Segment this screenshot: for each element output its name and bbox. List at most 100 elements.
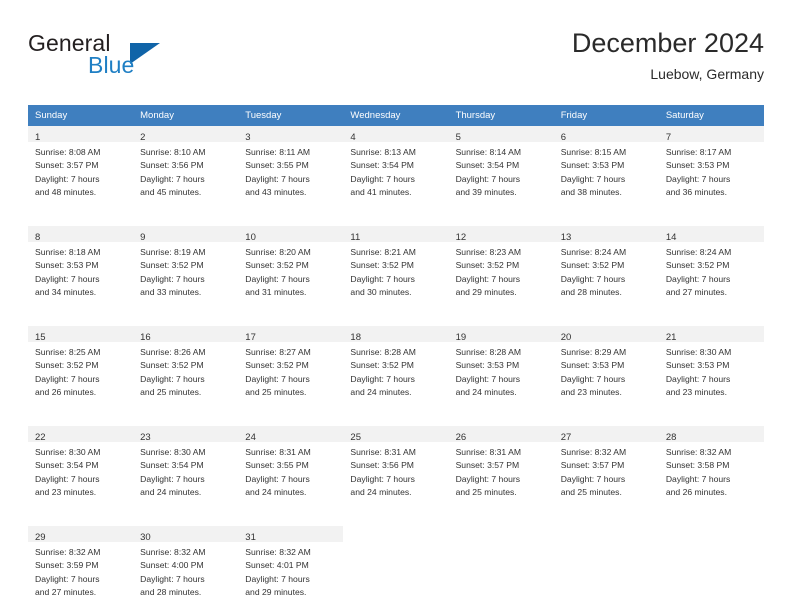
calendar-day-cell[interactable]: 15 Sunrise: 8:25 AM Sunset: 3:52 PM Dayligh…	[28, 326, 134, 416]
day-number: 14	[665, 232, 677, 243]
sunset-text: Sunset: 3:57 PM	[455, 460, 520, 471]
calendar-day-cell[interactable]: 20 Sunrise: 8:29 AM Sunset: 3:53 PM Dayligh…	[553, 326, 659, 416]
day-number: 6	[560, 132, 566, 143]
calendar-day-cell[interactable]: 29 Sunrise: 8:32 AM Sunset: 3:59 PM Dayligh…	[28, 526, 134, 612]
sunset-text: Sunset: 3:52 PM	[140, 360, 204, 371]
calendar-day-cell[interactable]: 12 Sunrise: 8:23 AM Sunset: 3:52 PM Dayligh…	[448, 226, 554, 316]
calendar-day-cell[interactable]: 19 Sunrise: 8:28 AM Sunset: 3:53 PM Dayligh…	[448, 326, 554, 416]
calendar-day-cell[interactable]: 24 Sunrise: 8:31 AM Sunset: 3:55 PM Dayligh…	[238, 426, 344, 516]
calendar-day-cell[interactable]: 8 Sunrise: 8:18 AM Sunset: 3:53 PM Daylight…	[28, 226, 134, 316]
day-cell-inner: 17 Sunrise: 8:27 AM Sunset: 3:52 PM Dayligh…	[238, 326, 344, 416]
weekday-header-thursday: Thursday	[448, 105, 554, 126]
daylight-text-line1: Daylight: 7 hours	[455, 273, 521, 284]
day-number: 4	[350, 132, 356, 143]
day-number-band: 30	[133, 526, 239, 543]
day-number: 30	[140, 532, 151, 543]
calendar-body: 1 Sunrise: 8:08 AM Sunset: 3:57 PM Daylight…	[28, 126, 764, 612]
calendar-day-cell[interactable]: 5 Sunrise: 8:14 AM Sunset: 3:54 PM Daylight…	[448, 126, 554, 216]
sunrise-text: Sunrise: 8:24 AM	[560, 247, 627, 257]
sunrise-text: Sunrise: 8:27 AM	[245, 347, 311, 357]
day-cell-inner: 23 Sunrise: 8:30 AM Sunset: 3:54 PM Dayligh…	[133, 426, 239, 516]
calendar-row-spacer	[28, 416, 764, 426]
calendar-day-cell[interactable]: 26 Sunrise: 8:31 AM Sunset: 3:57 PM Dayligh…	[448, 426, 554, 516]
calendar-day-cell[interactable]: 22 Sunrise: 8:30 AM Sunset: 3:54 PM Dayligh…	[28, 426, 134, 516]
sunset-text: Sunset: 3:52 PM	[455, 260, 520, 271]
spacer-cell	[28, 416, 764, 426]
day-number: 2	[140, 132, 146, 143]
day-cell-inner: 12 Sunrise: 8:23 AM Sunset: 3:52 PM Dayligh…	[448, 226, 554, 316]
day-number-band: 10	[238, 226, 344, 243]
calendar-day-cell[interactable]: 13 Sunrise: 8:24 AM Sunset: 3:52 PM Dayligh…	[553, 226, 659, 316]
general-blue-logo[interactable]: General Blue	[28, 30, 228, 86]
day-number: 9	[140, 232, 146, 243]
calendar-day-cell[interactable]: 31 Sunrise: 8:32 AM Sunset: 4:01 PM Dayligh…	[238, 526, 344, 612]
calendar-day-cell[interactable]: 18 Sunrise: 8:28 AM Sunset: 3:52 PM Dayligh…	[343, 326, 449, 416]
calendar-day-cell[interactable]: 10 Sunrise: 8:20 AM Sunset: 3:52 PM Dayligh…	[238, 226, 344, 316]
sunset-text: Sunset: 3:56 PM	[350, 460, 414, 471]
sunrise-text: Sunrise: 8:32 AM	[245, 547, 311, 557]
daylight-text-line1: Daylight: 7 hours	[665, 473, 731, 484]
calendar-day-cell[interactable]: 21 Sunrise: 8:30 AM Sunset: 3:53 PM Dayligh…	[658, 326, 764, 416]
calendar-week-row: 29 Sunrise: 8:32 AM Sunset: 3:59 PM Dayligh…	[28, 526, 764, 612]
daylight-text-line2: and 41 minutes.	[350, 186, 412, 197]
day-details: Sunrise: 8:10 AM Sunset: 3:56 PM Daylight:…	[133, 142, 238, 199]
calendar-day-cell[interactable]: 17 Sunrise: 8:27 AM Sunset: 3:52 PM Dayligh…	[238, 326, 344, 416]
calendar-day-cell[interactable]: 4 Sunrise: 8:13 AM Sunset: 3:54 PM Daylight…	[343, 126, 449, 216]
calendar-day-cell[interactable]: 14 Sunrise: 8:24 AM Sunset: 3:52 PM Dayligh…	[658, 226, 764, 316]
day-cell-inner: 11 Sunrise: 8:21 AM Sunset: 3:52 PM Dayligh…	[343, 226, 449, 316]
day-number-band: 6	[553, 126, 659, 143]
calendar-page: General Blue December 2024 Luebow, Germa…	[0, 0, 792, 612]
daylight-text-line1: Daylight: 7 hours	[665, 273, 731, 284]
day-cell-inner: 3 Sunrise: 8:11 AM Sunset: 3:55 PM Daylight…	[238, 126, 344, 216]
daylight-text-line2: and 25 minutes.	[140, 386, 202, 397]
sunset-text: Sunset: 3:54 PM	[350, 160, 414, 171]
calendar-week-row: 1 Sunrise: 8:08 AM Sunset: 3:57 PM Daylight…	[28, 126, 764, 216]
calendar-day-cell[interactable]: 23 Sunrise: 8:30 AM Sunset: 3:54 PM Dayligh…	[133, 426, 239, 516]
sunrise-text: Sunrise: 8:26 AM	[140, 347, 206, 357]
calendar-day-cell[interactable]: 28 Sunrise: 8:32 AM Sunset: 3:58 PM Dayligh…	[658, 426, 764, 516]
daylight-text-line1: Daylight: 7 hours	[35, 573, 100, 584]
day-cell-inner-empty	[343, 526, 448, 612]
day-number: 5	[455, 132, 461, 143]
day-number: 3	[245, 132, 251, 143]
calendar-day-cell[interactable]: 9 Sunrise: 8:19 AM Sunset: 3:52 PM Daylight…	[133, 226, 239, 316]
day-number-band: 15	[28, 326, 134, 343]
calendar-day-cell[interactable]: 1 Sunrise: 8:08 AM Sunset: 3:57 PM Daylight…	[28, 126, 134, 216]
day-number: 15	[35, 332, 46, 343]
day-number: 19	[455, 332, 467, 343]
calendar-day-cell[interactable]: 3 Sunrise: 8:11 AM Sunset: 3:55 PM Daylight…	[238, 126, 344, 216]
calendar-day-cell[interactable]: 7 Sunrise: 8:17 AM Sunset: 3:53 PM Daylight…	[658, 126, 764, 216]
day-number: 1	[35, 132, 41, 143]
day-details: Sunrise: 8:20 AM Sunset: 3:52 PM Daylight:…	[238, 242, 343, 299]
sunrise-text: Sunrise: 8:23 AM	[455, 247, 522, 257]
calendar-day-cell[interactable]: 11 Sunrise: 8:21 AM Sunset: 3:52 PM Dayligh…	[343, 226, 449, 316]
daylight-text-line2: and 26 minutes.	[35, 386, 97, 397]
page-header: General Blue December 2024 Luebow, Germa…	[28, 26, 764, 98]
day-cell-inner-empty	[554, 526, 659, 612]
calendar-day-cell[interactable]: 6 Sunrise: 8:15 AM Sunset: 3:53 PM Daylight…	[553, 126, 659, 216]
sunset-text: Sunset: 3:54 PM	[35, 460, 99, 471]
daylight-text-line1: Daylight: 7 hours	[35, 273, 100, 284]
calendar-day-cell[interactable]: 2 Sunrise: 8:10 AM Sunset: 3:56 PM Daylight…	[133, 126, 239, 216]
calendar-day-cell[interactable]: 30 Sunrise: 8:32 AM Sunset: 4:00 PM Dayligh…	[133, 526, 239, 612]
calendar-day-cell[interactable]: 27 Sunrise: 8:32 AM Sunset: 3:57 PM Dayligh…	[553, 426, 659, 516]
weekday-header-tuesday: Tuesday	[238, 105, 344, 126]
daylight-text-line2: and 25 minutes.	[560, 486, 622, 497]
sunrise-text: Sunrise: 8:14 AM	[455, 147, 522, 157]
calendar-day-cell[interactable]: 25 Sunrise: 8:31 AM Sunset: 3:56 PM Dayligh…	[343, 426, 449, 516]
day-cell-inner: 24 Sunrise: 8:31 AM Sunset: 3:55 PM Dayligh…	[238, 426, 344, 516]
sunset-text: Sunset: 3:55 PM	[245, 160, 309, 171]
day-number: 12	[455, 232, 467, 243]
calendar-week-row: 15 Sunrise: 8:25 AM Sunset: 3:52 PM Dayligh…	[28, 326, 764, 416]
calendar-row-spacer	[28, 316, 764, 326]
day-number-band: 8	[28, 226, 134, 243]
day-number-band: 27	[553, 426, 659, 443]
day-cell-inner: 9 Sunrise: 8:19 AM Sunset: 3:52 PM Daylight…	[133, 226, 239, 316]
day-cell-inner: 1 Sunrise: 8:08 AM Sunset: 3:57 PM Daylight…	[28, 126, 134, 216]
daylight-text-line1: Daylight: 7 hours	[245, 473, 310, 484]
spacer-cell	[28, 216, 764, 226]
calendar-empty-cell	[449, 526, 554, 612]
day-details: Sunrise: 8:24 AM Sunset: 3:52 PM Daylight:…	[659, 242, 764, 299]
day-number-band: 29	[28, 526, 134, 543]
calendar-day-cell[interactable]: 16 Sunrise: 8:26 AM Sunset: 3:52 PM Dayligh…	[133, 326, 239, 416]
